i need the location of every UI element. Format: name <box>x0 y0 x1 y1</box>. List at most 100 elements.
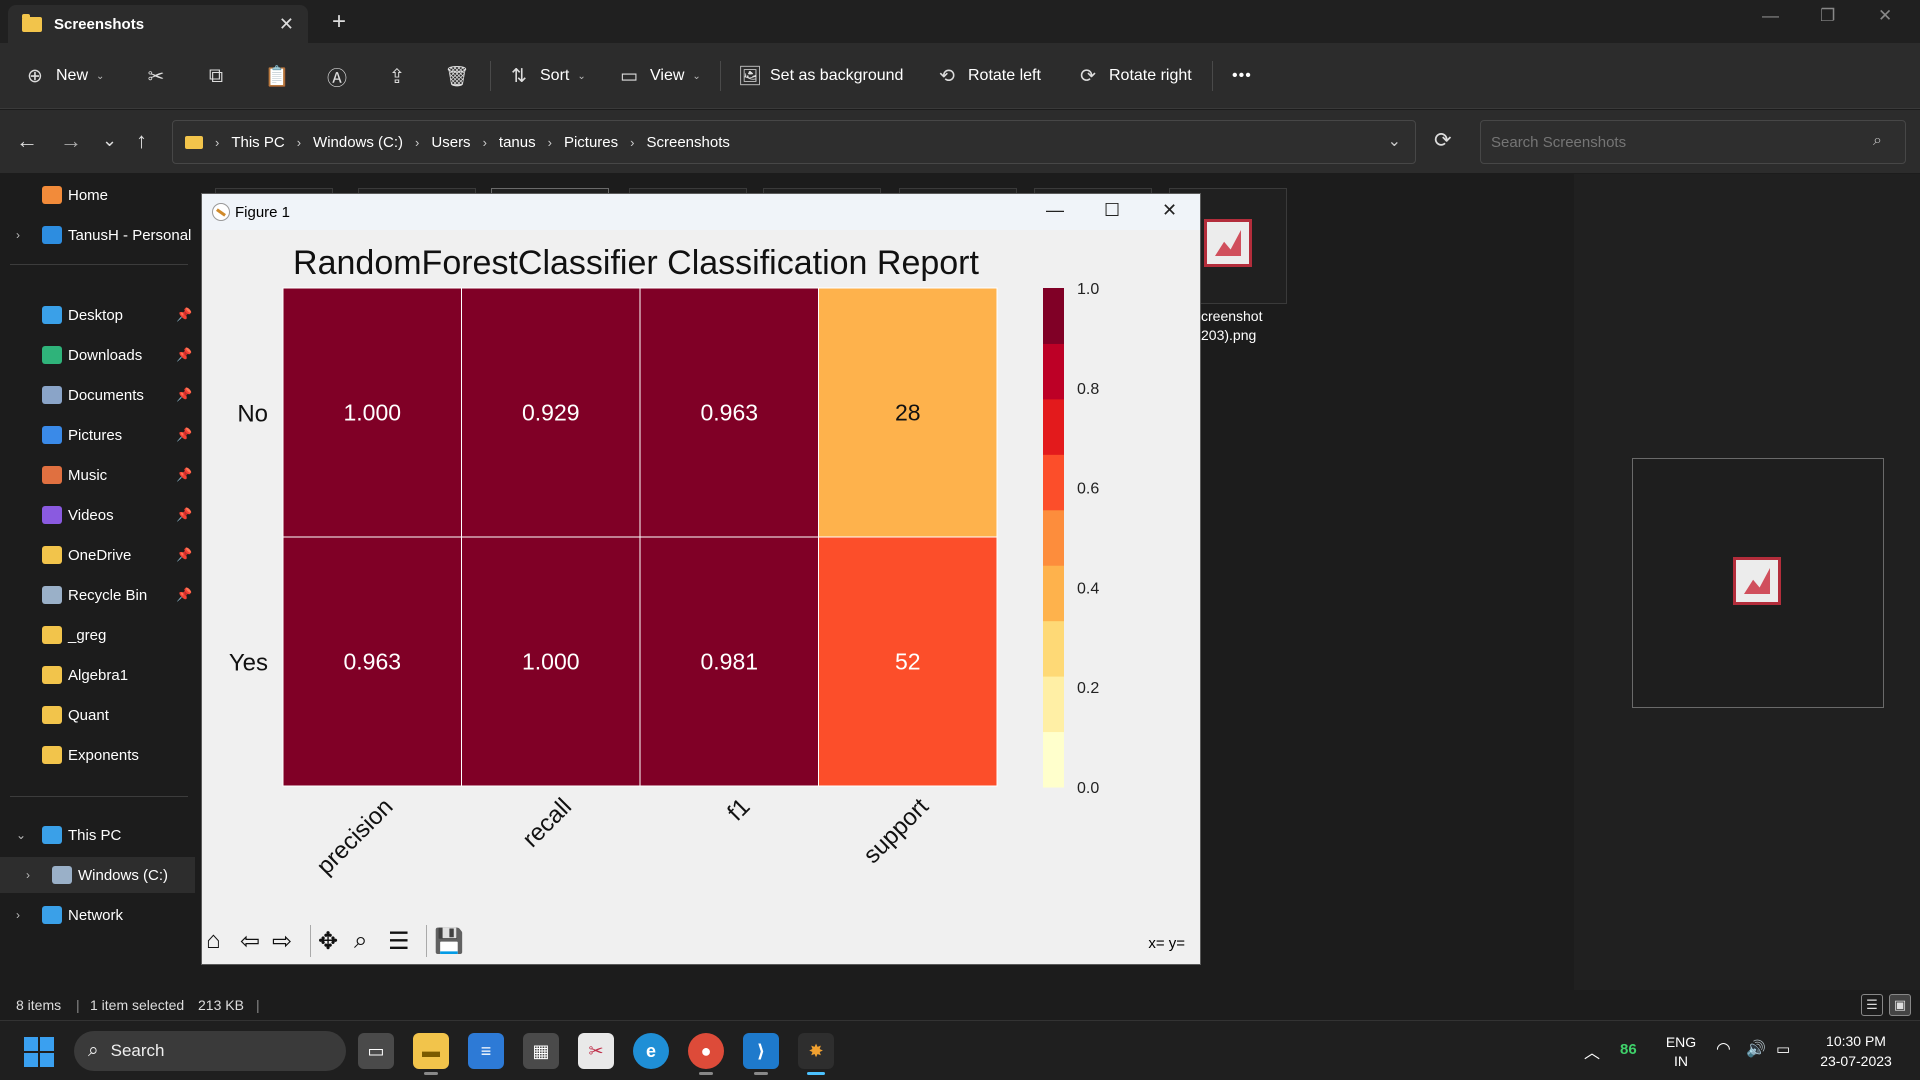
task-view-icon[interactable]: ▭ <box>358 1033 394 1069</box>
refresh-icon[interactable]: ⟳ <box>1434 128 1452 153</box>
rotate-right-button[interactable]: ⟳ Rotate right <box>1077 61 1192 91</box>
pin-icon[interactable]: 📌 <box>176 387 192 403</box>
sort-label: Sort <box>540 67 570 84</box>
forward-icon[interactable]: ⇨ <box>272 927 292 956</box>
sidebar-item-tanush-personal[interactable]: › TanusH - Personal <box>0 217 195 253</box>
vscode-icon[interactable]: ⟩ <box>743 1033 779 1075</box>
sidebar-item-pictures[interactable]: Pictures 📌 <box>0 417 195 453</box>
matplotlib-figure-icon[interactable]: ✸ <box>798 1033 834 1075</box>
pin-icon[interactable]: 📌 <box>176 427 192 443</box>
set-as-background-button[interactable]: 🖼 Set as background <box>738 61 903 91</box>
wifi-icon[interactable]: ◠ <box>1716 1039 1731 1059</box>
file-explorer-icon[interactable]: ▬ <box>413 1033 449 1075</box>
expand-chevron-icon[interactable]: › <box>26 868 30 882</box>
configure-icon[interactable]: ☰ <box>388 927 410 956</box>
notepad-icon[interactable]: ≡ <box>468 1033 504 1069</box>
battery-icon[interactable]: ▭ <box>1776 1040 1790 1058</box>
new-tab-button[interactable]: + <box>332 8 346 36</box>
sidebar-item-onedrive[interactable]: OneDrive 📌 <box>0 537 195 573</box>
address-bar[interactable]: › This PC › Windows (C:) › Users › tanus… <box>172 120 1416 164</box>
breadcrumb-item[interactable]: Windows (C:) <box>313 134 403 151</box>
up-arrow-icon[interactable]: ↑ <box>136 128 147 154</box>
expand-chevron-icon[interactable]: › <box>16 228 20 242</box>
chrome-icon[interactable]: ● <box>688 1033 724 1075</box>
share-icon[interactable]: ⇪ <box>382 61 412 91</box>
sidebar-item-recycle-bin[interactable]: Recycle Bin 📌 <box>0 577 195 613</box>
snipping-tool-icon[interactable]: ✂ <box>578 1033 614 1069</box>
paste-icon[interactable]: 📋 <box>262 61 292 91</box>
home-icon[interactable]: ⌂ <box>206 927 221 955</box>
rotate-left-button[interactable]: ⟲ Rotate left <box>936 61 1041 91</box>
breadcrumb-item[interactable]: Users <box>431 134 470 151</box>
sidebar-item-home[interactable]: Home <box>0 177 195 213</box>
sidebar-item-quant[interactable]: Quant <box>0 697 195 733</box>
pin-icon[interactable]: 📌 <box>176 347 192 363</box>
sidebar-item-videos[interactable]: Videos 📌 <box>0 497 195 533</box>
details-view-icon[interactable]: ☰ <box>1861 994 1883 1016</box>
sidebar-item-this-pc[interactable]: ⌄ This PC <box>0 817 195 853</box>
sidebar-item-label: Recycle Bin <box>68 586 148 604</box>
calculator-icon[interactable]: ▦ <box>523 1033 559 1069</box>
minimize-icon[interactable]: — <box>1046 200 1064 221</box>
restore-icon[interactable]: ❐ <box>1820 6 1835 26</box>
pin-icon[interactable]: 📌 <box>176 307 192 323</box>
clock[interactable]: 10:30 PM 23-07-2023 <box>1808 1031 1904 1071</box>
expand-chevron-icon[interactable]: ⌄ <box>16 828 26 842</box>
pin-icon[interactable]: 📌 <box>176 547 192 563</box>
sidebar-item-windows-c[interactable]: › Windows (C:) <box>0 857 195 893</box>
column-label: f1 <box>722 793 755 826</box>
breadcrumb-item[interactable]: tanus <box>499 134 536 151</box>
volume-icon[interactable]: 🔊 <box>1746 1039 1766 1059</box>
delete-icon[interactable]: 🗑 <box>442 61 472 91</box>
start-button[interactable] <box>24 1037 54 1067</box>
breadcrumb-item[interactable]: This PC <box>231 134 284 151</box>
running-indicator <box>807 1072 825 1075</box>
chevron-down-icon[interactable]: ⌄ <box>1388 131 1401 151</box>
tab-screenshots[interactable]: Screenshots ✕ <box>8 5 308 43</box>
save-icon[interactable]: 💾 <box>434 927 464 956</box>
sidebar-item-desktop[interactable]: Desktop 📌 <box>0 297 195 333</box>
sidebar-item-network[interactable]: › Network <box>0 897 195 933</box>
sidebar-item-downloads[interactable]: Downloads 📌 <box>0 337 195 373</box>
pin-icon[interactable]: 📌 <box>176 467 192 483</box>
maximize-icon[interactable]: ☐ <box>1104 200 1120 221</box>
sidebar-item-algebra1[interactable]: Algebra1 <box>0 657 195 693</box>
divider <box>720 61 721 91</box>
sidebar-item-documents[interactable]: Documents 📌 <box>0 377 195 413</box>
zoom-icon[interactable]: ⌕ <box>354 927 367 955</box>
taskbar-search[interactable]: ⌕ Search <box>74 1031 346 1071</box>
expand-chevron-icon[interactable]: › <box>16 908 20 922</box>
sidebar-item-exponents[interactable]: Exponents <box>0 737 195 773</box>
edge-icon[interactable]: e <box>633 1033 669 1069</box>
breadcrumb-item[interactable]: Pictures <box>564 134 618 151</box>
rename-icon[interactable]: Ⓐ <box>322 61 352 91</box>
sidebar-item-music[interactable]: Music 📌 <box>0 457 195 493</box>
language-indicator[interactable]: ENG IN <box>1664 1033 1698 1071</box>
cut-icon[interactable]: ✂ <box>141 61 171 91</box>
battery-percent[interactable]: 86 <box>1620 1041 1637 1058</box>
search-input[interactable] <box>1480 120 1906 164</box>
recent-locations-icon[interactable]: ⌄ <box>102 130 117 151</box>
more-options-button[interactable]: ••• <box>1232 61 1252 91</box>
search-icon[interactable]: ⌕ <box>1873 132 1882 150</box>
sidebar-item-greg[interactable]: _greg <box>0 617 195 653</box>
show-hidden-icons[interactable]: ︿ <box>1584 1039 1600 1063</box>
copy-icon[interactable]: ⧉ <box>201 61 231 91</box>
minimize-icon[interactable]: — <box>1762 6 1779 26</box>
breadcrumb-item[interactable]: Screenshots <box>646 134 729 151</box>
pin-icon[interactable]: 📌 <box>176 587 192 603</box>
close-window-icon[interactable]: ✕ <box>1162 200 1177 221</box>
back-icon[interactable]: ⇦ <box>240 927 260 956</box>
back-arrow-icon[interactable]: ← <box>16 128 38 154</box>
clock-time: 10:30 PM <box>1826 1033 1886 1049</box>
new-button[interactable]: ⊕ New ⌄ <box>24 61 104 91</box>
pan-icon[interactable]: ✥ <box>318 927 338 956</box>
tiles-view-icon[interactable]: ▣ <box>1889 994 1911 1016</box>
sort-button[interactable]: ⇅ Sort ⌄ <box>508 61 586 91</box>
search-icon: ⌕ <box>88 1040 99 1061</box>
tab-close-button[interactable]: ✕ <box>279 14 294 35</box>
forward-arrow-icon[interactable]: → <box>60 128 82 154</box>
close-window-icon[interactable]: ✕ <box>1878 6 1892 26</box>
view-button[interactable]: ▭ View ⌄ <box>618 61 701 91</box>
pin-icon[interactable]: 📌 <box>176 507 192 523</box>
